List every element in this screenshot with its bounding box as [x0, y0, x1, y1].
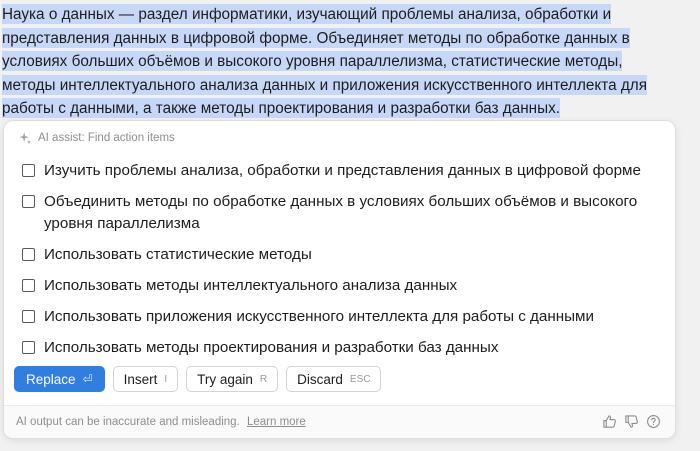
checkbox[interactable] [22, 248, 35, 261]
action-item[interactable]: Изучить проблемы анализа, обработки и пр… [22, 160, 672, 182]
assist-footer: AI output can be inaccurate and misleadi… [4, 405, 675, 438]
disclaimer-text: AI output can be inaccurate and misleadi… [16, 416, 240, 428]
sparkle-icon [19, 132, 32, 145]
insert-shortcut: I [164, 373, 168, 385]
replace-button-label: Replace [26, 371, 76, 387]
try-again-button-label: Try again [197, 371, 253, 387]
action-item[interactable]: Использовать приложения искусственного и… [22, 306, 672, 328]
discard-button-label: Discard [297, 371, 343, 387]
paragraph-line: условиях больших объёмов и высокого уров… [2, 51, 623, 72]
feedback-icons [602, 414, 661, 429]
learn-more-link[interactable]: Learn more [247, 416, 306, 428]
checkbox[interactable] [22, 310, 35, 323]
page: Наука о данных — раздел информатики, изу… [0, 0, 700, 451]
action-item[interactable]: Объединить методы по обработке данных в … [22, 191, 672, 235]
replace-button[interactable]: Replace ⏎ [14, 366, 105, 392]
action-items-list: Изучить проблемы анализа, обработки и пр… [22, 160, 672, 368]
action-item-text: Использовать приложения искусственного и… [44, 308, 594, 325]
insert-button-label: Insert [123, 371, 158, 387]
discard-shortcut: ESC [349, 373, 371, 385]
ai-assist-panel: AI assist: Find action items Изучить про… [3, 120, 676, 439]
disclaimer: AI output can be inaccurate and misleadi… [16, 416, 306, 428]
checkbox[interactable] [22, 279, 35, 292]
assist-header-label: AI assist: Find action items [38, 132, 175, 144]
thumbs-down-icon[interactable] [624, 414, 639, 429]
paragraph-line: Наука о данных — раздел информатики, изу… [2, 4, 612, 24]
action-buttons: Replace ⏎ Insert I Try again R Discard E… [14, 366, 382, 392]
paragraph-line: методы интеллектуального анализа данных … [2, 74, 647, 95]
selected-paragraph[interactable]: Наука о данных — раздел информатики, изу… [2, 3, 692, 121]
checkbox[interactable] [22, 164, 35, 177]
action-item[interactable]: Использовать методы интеллектуального ан… [22, 275, 672, 297]
action-item[interactable]: Использовать методы проектирования и раз… [22, 337, 672, 359]
action-item-text: Использовать статистические методы [44, 246, 312, 263]
assist-header: AI assist: Find action items [18, 129, 175, 147]
help-icon[interactable] [646, 414, 661, 429]
try-again-shortcut: R [259, 373, 268, 385]
action-item-text: Объединить методы по обработке данных в … [44, 193, 638, 232]
action-item-text: Использовать методы интеллектуального ан… [44, 277, 458, 294]
thumbs-up-icon[interactable] [602, 414, 617, 429]
action-item-text: Изучить проблемы анализа, обработки и пр… [44, 162, 641, 179]
action-item[interactable]: Использовать статистические методы [22, 244, 672, 266]
discard-button[interactable]: Discard ESC [286, 366, 382, 392]
return-key-icon: ⏎ [82, 372, 93, 386]
insert-button[interactable]: Insert I [112, 366, 179, 392]
try-again-button[interactable]: Try again R [186, 366, 279, 392]
paragraph-line: работы с данными, а также методы проекти… [2, 98, 560, 119]
action-item-text: Использовать методы проектирования и раз… [44, 339, 499, 356]
paragraph-line: представления данных в цифровой форме. О… [2, 27, 630, 48]
checkbox[interactable] [22, 341, 35, 354]
checkbox[interactable] [22, 195, 35, 208]
